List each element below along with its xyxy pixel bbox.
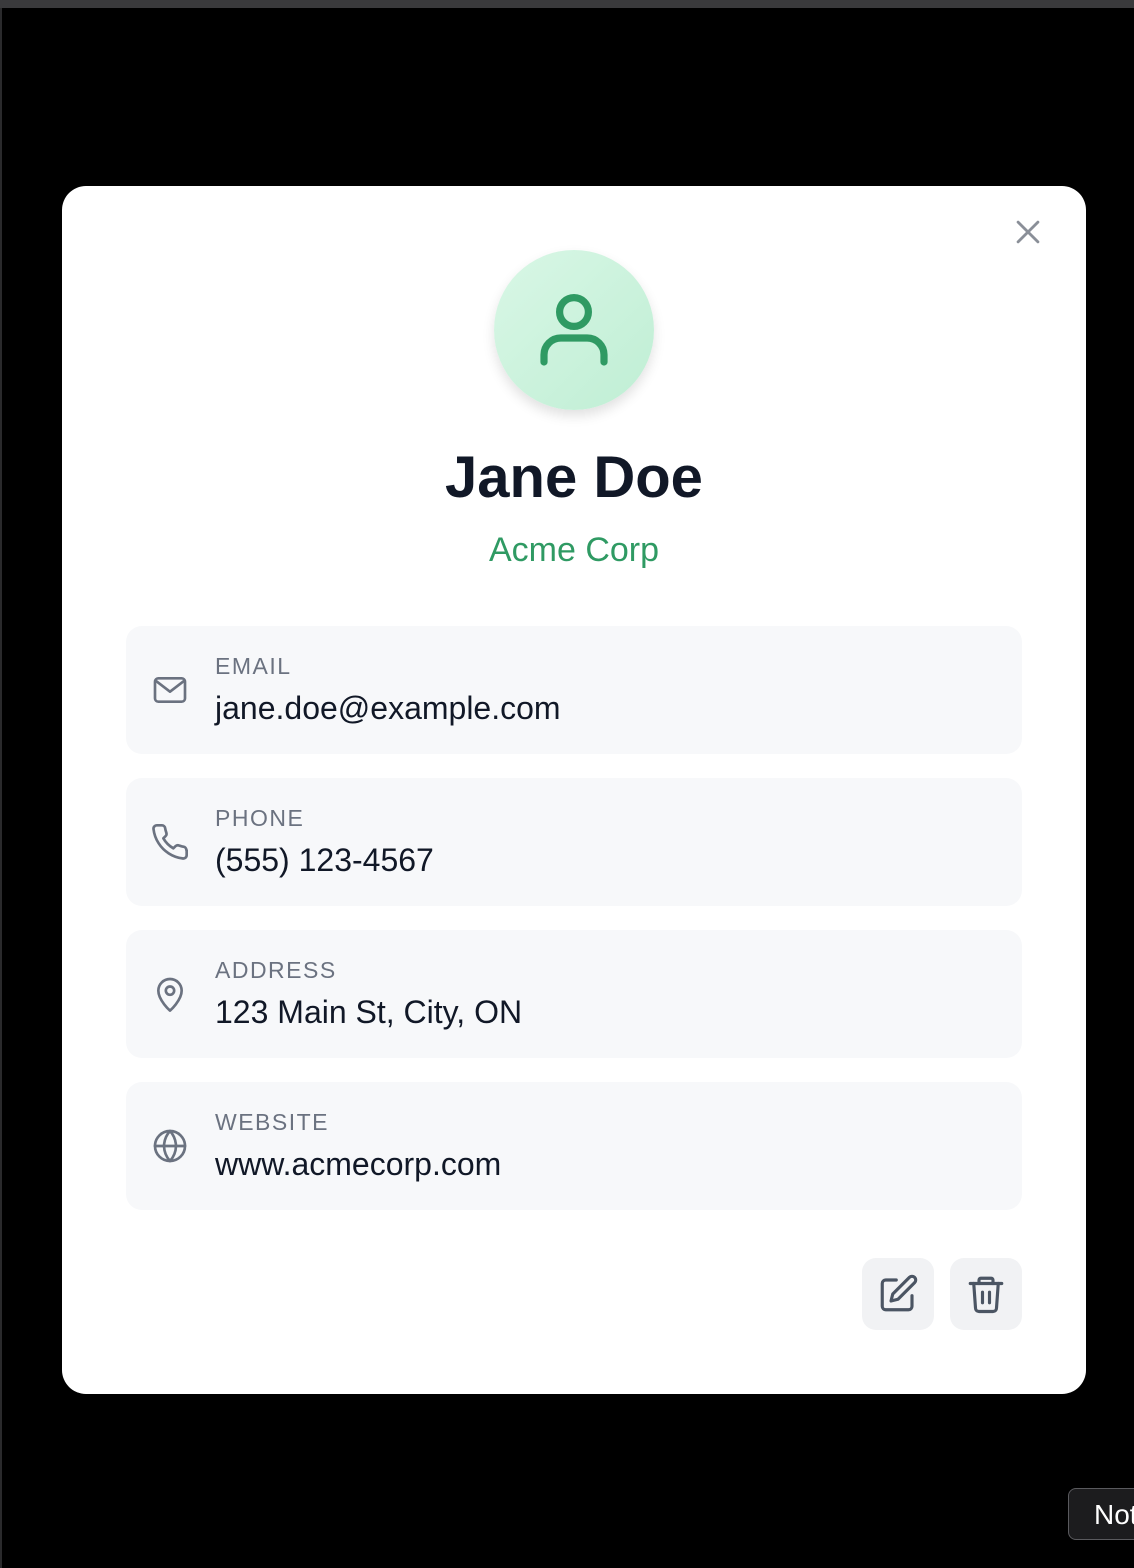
email-value[interactable]: jane.doe@example.com <box>215 688 561 728</box>
trash-icon <box>968 1276 1004 1314</box>
window-left-edge <box>0 8 2 1568</box>
mail-icon <box>148 668 192 712</box>
close-icon <box>1016 220 1040 244</box>
phone-card: PHONE (555) 123-4567 <box>126 778 1022 906</box>
avatar <box>494 250 654 410</box>
close-button[interactable] <box>1004 208 1052 256</box>
edit-icon <box>880 1274 918 1312</box>
map-pin-icon <box>148 972 192 1016</box>
address-value[interactable]: 123 Main St, City, ON <box>215 992 522 1032</box>
address-label: ADDRESS <box>215 957 337 983</box>
window-top-bar <box>0 0 1134 8</box>
website-card: WEBSITE www.acmecorp.com <box>126 1082 1022 1210</box>
edit-button[interactable] <box>862 1258 934 1330</box>
delete-button[interactable] <box>950 1258 1022 1330</box>
phone-label: PHONE <box>215 805 305 831</box>
website-label: WEBSITE <box>215 1109 330 1135</box>
contact-modal: Jane Doe Acme Corp EMAIL jane.doe@exampl… <box>62 186 1086 1394</box>
website-value[interactable]: www.acmecorp.com <box>215 1144 501 1184</box>
address-card: ADDRESS 123 Main St, City, ON <box>126 930 1022 1058</box>
phone-icon <box>148 820 192 864</box>
globe-icon <box>148 1124 192 1168</box>
email-label: EMAIL <box>215 653 292 679</box>
contact-name: Jane Doe <box>445 445 703 510</box>
toast-notification: Not <box>1068 1488 1134 1540</box>
phone-value[interactable]: (555) 123-4567 <box>215 840 434 880</box>
email-card: EMAIL jane.doe@example.com <box>126 626 1022 754</box>
contact-company: Acme Corp <box>488 531 660 569</box>
user-icon <box>540 294 608 366</box>
